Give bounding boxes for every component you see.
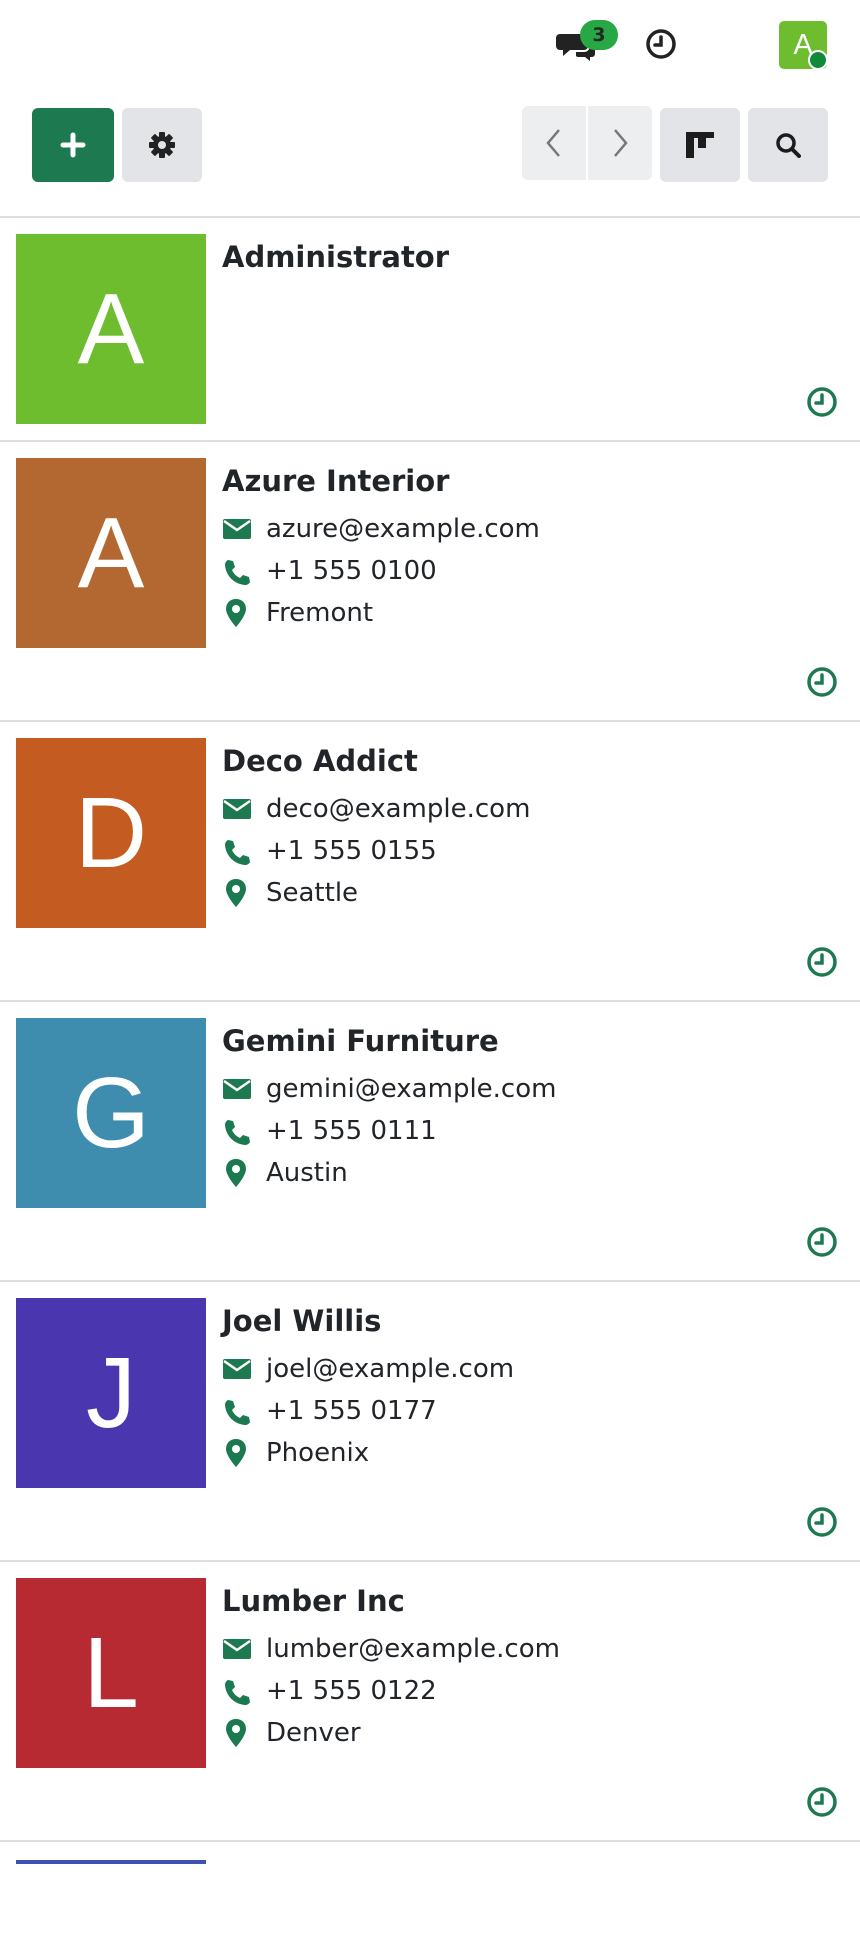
contact-avatar-partial bbox=[16, 1860, 206, 1864]
contact-kanban-list: A Administrator A Azure Interior azure@e… bbox=[0, 216, 860, 1960]
contact-email-text: gemini@example.com bbox=[266, 1074, 557, 1104]
envelope-icon bbox=[223, 799, 251, 819]
envelope-icon bbox=[223, 1639, 251, 1659]
search-icon bbox=[776, 133, 801, 158]
contact-email: azure@example.com bbox=[222, 512, 540, 546]
contact-city-text: Denver bbox=[266, 1718, 361, 1748]
contact-city: Denver bbox=[222, 1716, 361, 1750]
contact-card[interactable]: A Administrator bbox=[0, 216, 860, 440]
contact-avatar: J bbox=[16, 1298, 206, 1488]
contact-city-text: Phoenix bbox=[266, 1438, 370, 1468]
contact-phone: +1 555 0111 bbox=[222, 1114, 437, 1148]
contact-name: Administrator bbox=[222, 240, 450, 274]
contact-city: Austin bbox=[222, 1156, 348, 1190]
activity-clock-icon[interactable] bbox=[806, 1786, 838, 1818]
contact-avatar: A bbox=[16, 234, 206, 424]
new-button[interactable] bbox=[32, 108, 114, 182]
contact-name: Lumber Inc bbox=[222, 1584, 405, 1618]
kanban-icon bbox=[686, 132, 714, 158]
contact-name: Gemini Furniture bbox=[222, 1024, 499, 1058]
contact-phone-text: +1 555 0177 bbox=[266, 1396, 437, 1426]
contact-email-text: deco@example.com bbox=[266, 794, 531, 824]
gear-icon bbox=[149, 132, 175, 158]
contact-phone-text: +1 555 0100 bbox=[266, 556, 437, 586]
contact-city-text: Seattle bbox=[266, 878, 359, 908]
activity-clock-icon[interactable] bbox=[806, 1506, 838, 1538]
top-navbar: 3 A bbox=[0, 0, 860, 92]
contact-phone-text: +1 555 0122 bbox=[266, 1676, 437, 1706]
contact-avatar: G bbox=[16, 1018, 206, 1208]
contact-card[interactable]: G Gemini Furniture gemini@example.com +1… bbox=[0, 1000, 860, 1280]
previous-page-button[interactable] bbox=[522, 106, 586, 180]
message-count-badge: 3 bbox=[580, 20, 618, 50]
contact-phone: +1 555 0122 bbox=[222, 1674, 437, 1708]
activity-clock-icon[interactable] bbox=[806, 666, 838, 698]
contact-card[interactable]: J Joel Willis joel@example.com +1 555 01… bbox=[0, 1280, 860, 1560]
settings-button[interactable] bbox=[122, 108, 202, 182]
phone-icon bbox=[225, 560, 250, 585]
contact-avatar: L bbox=[16, 1578, 206, 1768]
chevron-left-icon bbox=[546, 129, 560, 157]
contact-card-partial[interactable] bbox=[0, 1840, 860, 1960]
contact-email: joel@example.com bbox=[222, 1352, 514, 1386]
next-page-button[interactable] bbox=[588, 106, 652, 180]
contact-city: Phoenix bbox=[222, 1436, 369, 1470]
contact-city: Seattle bbox=[222, 876, 358, 910]
contact-avatar: A bbox=[16, 458, 206, 648]
envelope-icon bbox=[223, 519, 251, 539]
contact-card[interactable]: A Azure Interior azure@example.com +1 55… bbox=[0, 440, 860, 720]
online-status-dot bbox=[808, 50, 828, 70]
map-marker-icon bbox=[226, 1439, 246, 1467]
contact-email: lumber@example.com bbox=[222, 1632, 560, 1666]
contact-city-text: Fremont bbox=[266, 598, 374, 628]
contact-email: deco@example.com bbox=[222, 792, 530, 826]
contact-card[interactable]: D Deco Addict deco@example.com +1 555 01… bbox=[0, 720, 860, 1000]
contact-city: Fremont bbox=[222, 596, 373, 630]
contact-phone: +1 555 0100 bbox=[222, 554, 437, 588]
contact-phone-text: +1 555 0111 bbox=[266, 1116, 437, 1146]
contact-city-text: Austin bbox=[266, 1158, 348, 1188]
contact-email-text: azure@example.com bbox=[266, 514, 540, 544]
activity-clock-icon[interactable] bbox=[806, 946, 838, 978]
phone-icon bbox=[225, 1400, 250, 1425]
search-button[interactable] bbox=[748, 108, 828, 182]
contact-phone: +1 555 0155 bbox=[222, 834, 437, 868]
map-marker-icon bbox=[226, 599, 246, 627]
map-marker-icon bbox=[226, 1719, 246, 1747]
plus-icon bbox=[60, 132, 86, 158]
activity-clock-icon[interactable] bbox=[806, 1226, 838, 1258]
phone-icon bbox=[225, 1120, 250, 1145]
phone-icon bbox=[225, 1680, 250, 1705]
map-marker-icon bbox=[226, 879, 246, 907]
envelope-icon bbox=[223, 1079, 251, 1099]
contact-phone-text: +1 555 0155 bbox=[266, 836, 437, 866]
contact-email: gemini@example.com bbox=[222, 1072, 556, 1106]
contact-card[interactable]: L Lumber Inc lumber@example.com +1 555 0… bbox=[0, 1560, 860, 1840]
activity-clock-icon[interactable] bbox=[645, 28, 677, 60]
contact-name: Azure Interior bbox=[222, 464, 450, 498]
map-marker-icon bbox=[226, 1159, 246, 1187]
contact-email-text: joel@example.com bbox=[266, 1354, 515, 1384]
envelope-icon bbox=[223, 1359, 251, 1379]
contact-phone: +1 555 0177 bbox=[222, 1394, 437, 1428]
contact-name: Deco Addict bbox=[222, 744, 418, 778]
phone-icon bbox=[225, 840, 250, 865]
pager bbox=[522, 106, 652, 180]
contact-avatar: D bbox=[16, 738, 206, 928]
contact-email-text: lumber@example.com bbox=[266, 1634, 560, 1664]
activity-clock-icon[interactable] bbox=[806, 386, 838, 418]
chevron-right-icon bbox=[614, 129, 628, 157]
view-switcher-button[interactable] bbox=[660, 108, 740, 182]
contact-name: Joel Willis bbox=[222, 1304, 382, 1338]
